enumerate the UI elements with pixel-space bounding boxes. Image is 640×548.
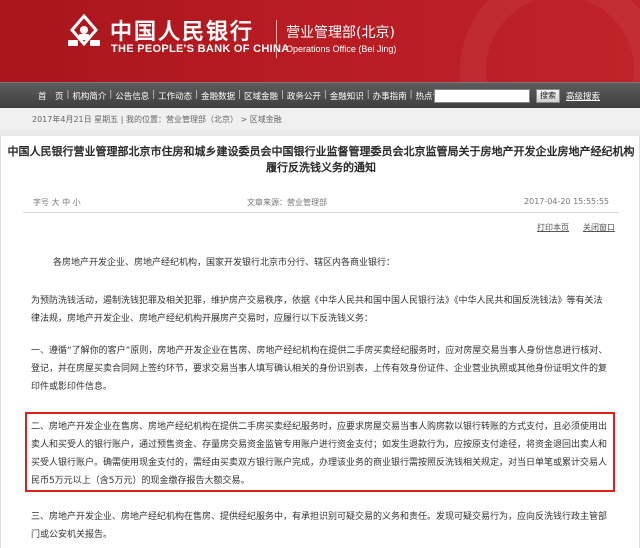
nav-item-home[interactable]: 首 页 <box>38 90 64 102</box>
search-input[interactable] <box>434 89 530 103</box>
print-link[interactable]: 打印本页 <box>537 223 569 232</box>
nav-separator: | <box>323 90 327 100</box>
nav-item-about[interactable]: 机构简介 <box>72 90 106 102</box>
close-window-link[interactable]: 关闭窗口 <box>583 223 615 232</box>
dept-name-cn: 营业管理部(北京) <box>286 25 395 41</box>
article-date: 2017-04-20 15:55:55 <box>524 197 609 206</box>
breadcrumb: 2017年4月21日 星期五 | 我的位置：营业管理部（北京） > 区域金融 <box>32 115 282 124</box>
article-actions: 打印本页 关闭窗口 <box>537 222 615 233</box>
paragraph-addressee: 各房地产开发企业、房地产经纪机构，国家开发银行北京市分行、辖区内各商业银行： <box>53 258 396 268</box>
nav-separator: | <box>238 90 241 100</box>
nav-item-gov[interactable]: 政务公开 <box>287 90 321 102</box>
nav-items: 首 页 | 机构简介 | 公告信息 | 工作动态 | 金融数据 | 区域金融 |… <box>38 90 450 102</box>
nav-separator: | <box>66 90 70 100</box>
paragraph-item-2: 二、房地产开发企业在售房、房地产经纪机构在提供二手房买卖经纪服务时，应要求房屋交… <box>31 422 608 486</box>
nav-separator: | <box>409 90 413 100</box>
nav-separator: | <box>152 90 156 100</box>
article-meta: 字号 大 中 小 文章来源：营业管理部 2017-04-20 15:55:55 <box>23 197 619 213</box>
breadcrumb-bar: 2017年4月21日 星期五 | 我的位置：营业管理部（北京） > 区域金融 <box>0 108 640 130</box>
search-button[interactable]: 搜索 <box>536 89 560 103</box>
main-nav: 首 页 | 机构简介 | 公告信息 | 工作动态 | 金融数据 | 区域金融 |… <box>0 82 640 108</box>
nav-item-news[interactable]: 工作动态 <box>158 90 192 102</box>
article-panel: 中国人民银行营业管理部北京市住房和城乡建设委员会中国银行业监督管理委员会北京监管… <box>0 136 640 548</box>
paragraph-item-3: 三、房地产开发企业、房地产经纪机构在售房、提供经纪服务中，有承担识别可疑交易的义… <box>31 512 608 540</box>
nav-item-knowledge[interactable]: 金融知识 <box>330 90 364 102</box>
nav-separator: | <box>366 90 370 100</box>
paragraph-intro: 为预防洗钱活动，遏制洗钱犯罪及相关犯罪，维护房产交易秩序，依据《中华人民共和国中… <box>31 296 603 324</box>
dept-name-en: Operations Office (Bei Jing) <box>286 44 397 54</box>
header-divider <box>276 20 277 58</box>
nav-item-notices[interactable]: 公告信息 <box>115 90 149 102</box>
bank-name-cn: 中国人民银行 <box>110 19 255 45</box>
nav-item-regional[interactable]: 区域金融 <box>244 90 278 102</box>
article-source: 文章来源：营业管理部 <box>247 198 327 207</box>
bank-name-en: THE PEOPLE'S BANK OF CHINA <box>111 43 290 55</box>
nav-separator: | <box>195 90 199 100</box>
paragraph-item-1: 一、遵循“了解你的客户”原则，房地产开发企业在售房、房地产经纪机构在提供二手房买… <box>31 346 608 392</box>
nav-separator: | <box>280 90 284 100</box>
font-size-switch[interactable]: 字号 大 中 小 <box>33 197 81 208</box>
advanced-search-link[interactable]: 高级搜索 <box>566 90 600 102</box>
article-title: 中国人民银行营业管理部北京市住房和城乡建设委员会中国银行业监督管理委员会北京监管… <box>7 145 635 174</box>
nav-item-data[interactable]: 金融数据 <box>201 90 235 102</box>
nav-item-guide[interactable]: 办事指南 <box>373 90 407 102</box>
site-header: 中国人民银行 THE PEOPLE'S BANK OF CHINA 营业管理部(… <box>0 0 640 82</box>
nav-separator: | <box>109 90 113 100</box>
pboc-logo-icon[interactable] <box>66 14 102 48</box>
watermark-decoration <box>460 0 640 82</box>
